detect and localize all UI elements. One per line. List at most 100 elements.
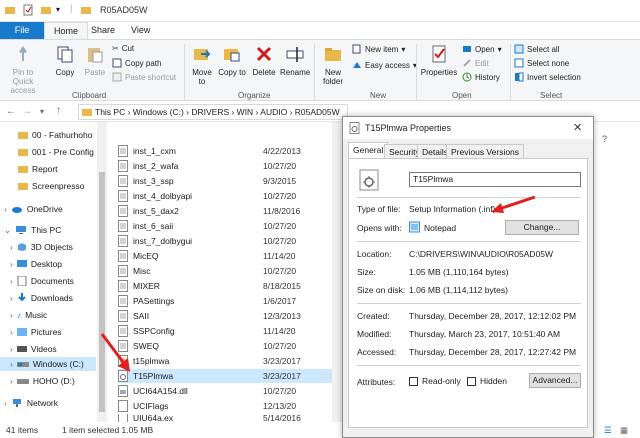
file-list-scrollbar[interactable] [332, 122, 342, 422]
rename-button[interactable]: Rename [280, 44, 310, 77]
tab-general[interactable]: General [348, 142, 389, 159]
customize-quick-access-icon[interactable]: ▾ [56, 5, 60, 14]
expand-chevron-icon[interactable]: › [4, 204, 7, 214]
edit-button[interactable]: Edit [462, 58, 489, 68]
list-item[interactable]: MicEQ 11/14/20 [118, 249, 342, 263]
up-arrow-icon[interactable]: ↑ [56, 105, 61, 116]
read-only-checkbox[interactable]: Read-only [409, 376, 461, 387]
expand-chevron-icon[interactable]: › [10, 259, 13, 269]
list-item[interactable]: SSPConfig 11/14/20 [118, 324, 342, 338]
tab-file[interactable]: File [0, 22, 44, 39]
list-item[interactable]: inst_2_wafa 10/27/20 [118, 159, 342, 173]
expand-chevron-icon[interactable]: › [10, 376, 13, 386]
advanced-button[interactable]: Advanced... [529, 373, 581, 388]
expand-chevron-icon[interactable]: › [10, 327, 13, 337]
list-item[interactable]: inst_6_saii 10/27/20 [118, 219, 342, 233]
list-item[interactable]: PASettings 1/6/2017 [118, 294, 342, 308]
collapse-chevron-icon[interactable]: ⌄ [4, 225, 11, 236]
expand-chevron-icon[interactable]: › [10, 359, 13, 369]
nav-scrollbar-thumb[interactable] [99, 172, 105, 412]
file-name-field[interactable]: T15Plmwa [409, 172, 581, 187]
expand-chevron-icon[interactable]: › [10, 344, 13, 354]
expand-chevron-icon[interactable]: › [10, 293, 13, 303]
nav-item-pictures[interactable]: › Pictures [10, 325, 62, 339]
paste-shortcut-button[interactable]: Paste shortcut [112, 72, 176, 82]
paste-button[interactable]: Paste [82, 44, 108, 77]
change-button[interactable]: Change... [505, 220, 579, 235]
forward-arrow-icon[interactable]: → [22, 106, 32, 117]
copy-path-button[interactable]: Copy path [112, 58, 161, 68]
large-icons-view-icon[interactable]: ▦ [620, 422, 628, 438]
nav-item-this-pc[interactable]: ⌄ This PC [4, 223, 61, 237]
nav-item-screenpresso[interactable]: Screenpresso [18, 179, 84, 193]
list-item[interactable]: inst_4_dolbyapi 10/27/20 [118, 189, 342, 203]
hidden-checkbox[interactable]: Hidden [467, 376, 507, 387]
nav-item-videos[interactable]: › Videos [10, 342, 57, 356]
list-item[interactable]: UCIFlags 12/13/20 [118, 399, 342, 413]
expand-chevron-icon[interactable]: › [10, 242, 13, 252]
expand-chevron-icon[interactable]: › [10, 276, 13, 286]
details-view-icon[interactable]: ☰ [604, 422, 612, 438]
tab-share[interactable]: Share [82, 22, 124, 39]
list-item[interactable]: MIXER 8/18/2015 [118, 279, 342, 293]
invert-selection-button[interactable]: Invert selection [514, 72, 581, 82]
new-folder-button[interactable]: New folder [318, 44, 348, 86]
file-icon [118, 414, 128, 422]
nav-item-3d-objects[interactable]: › 3D Objects [10, 240, 73, 254]
list-item[interactable]: inst_7_dolbygui 10/27/20 [118, 234, 342, 248]
nav-item-report[interactable]: Report [18, 162, 58, 176]
recent-locations-icon[interactable]: ▾ [40, 107, 44, 116]
list-item[interactable]: SWEQ 10/27/20 [118, 339, 342, 353]
nav-item-windows-c[interactable]: › Windows (C:) [0, 357, 96, 371]
tab-previous-versions[interactable]: Previous Versions [446, 144, 525, 158]
properties-button[interactable]: Properties [420, 44, 458, 77]
cut-button[interactable]: ✂ Cut [112, 44, 134, 53]
expand-chevron-icon[interactable]: › [10, 310, 13, 320]
list-item[interactable]: SAII 12/3/2013 [118, 309, 342, 323]
back-arrow-icon[interactable]: ← [6, 106, 16, 117]
list-item[interactable]: inst_3_ssp 9/3/2015 [118, 174, 342, 188]
pin-quick-access-button[interactable]: Pin to Quick access [2, 44, 44, 95]
list-item[interactable]: t15plmwa 3/23/2017 [118, 354, 342, 368]
new-folder-quick-icon[interactable] [40, 4, 52, 16]
new-item-button[interactable]: New item ▾ [352, 44, 405, 54]
checkbox-box[interactable] [467, 377, 476, 387]
move-to-button[interactable]: Move to [188, 44, 216, 86]
nav-item-network[interactable]: › Network [4, 396, 58, 410]
properties-quick-icon[interactable] [22, 4, 34, 16]
easy-access-button[interactable]: Easy access ▾ [352, 60, 417, 70]
divider [357, 365, 581, 366]
list-item[interactable]: inst_5_dax2 11/8/2016 [118, 204, 342, 218]
file-name: Misc [133, 266, 151, 276]
copy-to-button[interactable]: Copy to [218, 44, 246, 77]
list-item[interactable]: Misc 10/27/20 [118, 264, 342, 278]
help-icon[interactable]: ? [602, 134, 607, 144]
expand-chevron-icon[interactable]: › [4, 398, 7, 408]
edit-icon [463, 59, 471, 67]
breadcrumb[interactable]: This PC › Windows (C:) › DRIVERS › WIN ›… [78, 104, 348, 120]
nav-item-onedrive[interactable]: › OneDrive [4, 202, 63, 216]
close-icon[interactable]: ✕ [573, 121, 582, 134]
nav-item-documents[interactable]: › Documents [10, 274, 74, 288]
nav-item-fathurhoho[interactable]: 00 - Fathurhoho [18, 128, 92, 142]
list-item[interactable]: UCI64A154.dll 10/27/20 [118, 384, 342, 398]
file-icon [118, 160, 128, 172]
list-item[interactable]: inst_1_cxm 4/22/2013 [118, 144, 342, 158]
delete-button[interactable]: Delete [250, 44, 278, 77]
nav-item-hoho-d[interactable]: › HOHO (D:) [10, 374, 75, 388]
nav-item-pre-config[interactable]: 001 - Pre Config [18, 145, 94, 159]
list-item-selected[interactable]: T15Plmwa 3/23/2017 [118, 369, 342, 383]
nav-item-downloads[interactable]: › Downloads [10, 291, 73, 305]
tab-view[interactable]: View [122, 22, 159, 39]
select-all-button[interactable]: Select all [514, 44, 559, 54]
setup-file-large-icon [359, 169, 379, 191]
nav-item-desktop[interactable]: › Desktop [10, 257, 62, 271]
nav-item-music[interactable]: › ♪ Music [10, 308, 47, 322]
list-item[interactable]: UIU64a.ex_ 5/14/2016 [118, 414, 342, 422]
file-date: 8/18/2015 [263, 281, 301, 291]
checkbox-box[interactable] [409, 377, 418, 387]
select-none-button[interactable]: Select none [514, 58, 569, 68]
copy-button[interactable]: Copy [52, 44, 78, 77]
history-button[interactable]: History [462, 72, 500, 82]
open-button[interactable]: Open ▾ [462, 44, 502, 54]
